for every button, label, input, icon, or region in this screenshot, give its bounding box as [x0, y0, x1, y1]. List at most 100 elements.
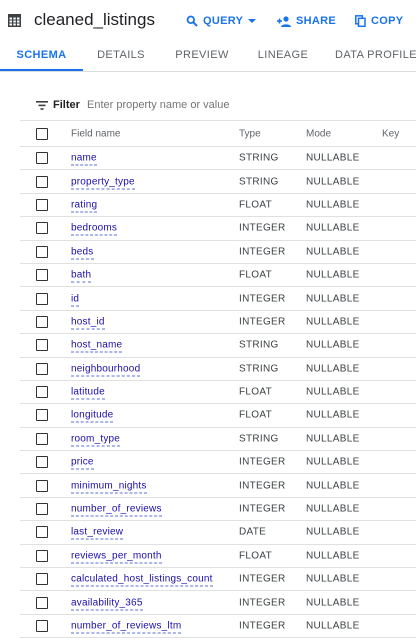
table-row: availability_365 INTEGER NULLABLE: [20, 591, 416, 615]
tab-details[interactable]: DETAILS: [92, 42, 150, 70]
row-checkbox[interactable]: [36, 409, 48, 422]
field-mode-cell: NULLABLE: [306, 269, 360, 281]
field-name-cell: number_of_reviews_ltm: [71, 620, 182, 634]
table-row: rating FLOAT NULLABLE: [20, 194, 416, 218]
row-checkbox[interactable]: [36, 292, 48, 305]
row-checkbox[interactable]: [36, 175, 48, 188]
row-checkbox[interactable]: [36, 315, 48, 328]
copy-button[interactable]: COPY: [355, 13, 403, 29]
field-name-link[interactable]: room_type: [71, 433, 121, 447]
table-row: last_review DATE NULLABLE: [20, 521, 416, 545]
field-name-cell: neighbourhood: [71, 363, 141, 377]
field-name-link[interactable]: minimum_nights: [71, 480, 147, 494]
table-row: reviews_per_month FLOAT NULLABLE: [20, 545, 416, 569]
column-header-mode[interactable]: Mode: [306, 128, 331, 139]
share-button[interactable]: SHARE: [277, 13, 336, 29]
field-type-cell: STRING: [239, 152, 279, 164]
field-name-link[interactable]: last_review: [71, 526, 124, 540]
field-name-link[interactable]: neighbourhood: [71, 363, 141, 377]
field-type-cell: INTEGER: [239, 480, 286, 492]
tab-schema[interactable]: SCHEMA: [0, 42, 83, 71]
field-name-link[interactable]: host_id: [71, 316, 105, 330]
field-name-cell: name: [71, 152, 97, 166]
field-name-cell: id: [71, 293, 80, 307]
table-row: room_type STRING NULLABLE: [20, 428, 416, 452]
field-type-cell: INTEGER: [239, 456, 286, 468]
query-button[interactable]: QUERY: [186, 13, 257, 29]
row-checkbox[interactable]: [36, 269, 48, 282]
table-row: longitude FLOAT NULLABLE: [20, 404, 416, 428]
field-mode-cell: NULLABLE: [306, 409, 360, 421]
row-checkbox[interactable]: [36, 245, 48, 258]
field-name-cell: price: [71, 456, 94, 470]
field-name-link[interactable]: calculated_host_listings_count: [71, 573, 213, 587]
row-checkbox[interactable]: [36, 339, 48, 352]
field-name-link[interactable]: price: [71, 456, 94, 470]
row-checkbox[interactable]: [36, 573, 48, 586]
field-name-link[interactable]: bedrooms: [71, 222, 118, 236]
field-type-cell: DATE: [239, 526, 267, 538]
field-type-cell: FLOAT: [239, 550, 272, 562]
field-name-link[interactable]: host_name: [71, 339, 123, 353]
select-all-checkbox[interactable]: [36, 127, 48, 140]
field-type-cell: FLOAT: [239, 199, 272, 211]
field-name-link[interactable]: number_of_reviews: [71, 503, 162, 517]
table-row: host_name STRING NULLABLE: [20, 334, 416, 358]
table-row: neighbourhood STRING NULLABLE: [20, 358, 416, 381]
field-name-link[interactable]: number_of_reviews_ltm: [71, 620, 182, 634]
row-checkbox[interactable]: [36, 503, 48, 516]
row-checkbox[interactable]: [36, 198, 48, 211]
row-checkbox[interactable]: [36, 152, 48, 165]
field-mode-cell: NULLABLE: [306, 222, 360, 234]
field-name-link[interactable]: longitude: [71, 409, 114, 423]
column-header-field-name[interactable]: Field name: [71, 128, 120, 139]
field-type-cell: STRING: [239, 433, 279, 445]
row-checkbox[interactable]: [36, 526, 48, 539]
field-name-link[interactable]: reviews_per_month: [71, 550, 162, 564]
tab-lineage[interactable]: LINEAGE: [253, 42, 313, 70]
search-icon: [186, 15, 198, 27]
field-name-link[interactable]: name: [71, 152, 97, 166]
tab-data-profile[interactable]: DATA PROFILE: [335, 42, 416, 70]
field-mode-cell: NULLABLE: [306, 246, 360, 258]
field-name-link[interactable]: availability_365: [71, 597, 143, 611]
row-checkbox[interactable]: [36, 386, 48, 399]
table-row: host_id INTEGER NULLABLE: [20, 311, 416, 335]
field-type-cell: FLOAT: [239, 409, 272, 421]
tab-preview[interactable]: PREVIEW: [172, 42, 232, 70]
field-name-link[interactable]: property_type: [71, 176, 135, 190]
field-name-link[interactable]: id: [71, 293, 80, 307]
table-row: minimum_nights INTEGER NULLABLE: [20, 474, 416, 498]
table-row: name STRING NULLABLE: [20, 147, 416, 171]
field-mode-cell: NULLABLE: [306, 339, 360, 351]
field-name-cell: last_review: [71, 526, 124, 540]
field-type-cell: STRING: [239, 176, 279, 188]
filter-input[interactable]: [87, 96, 347, 114]
field-name-cell: host_id: [71, 316, 105, 330]
field-name-link[interactable]: latitude: [71, 386, 105, 400]
field-type-cell: FLOAT: [239, 269, 272, 281]
row-checkbox[interactable]: [36, 222, 48, 235]
table-row: property_type STRING NULLABLE: [20, 170, 416, 194]
field-name-cell: longitude: [71, 409, 114, 423]
row-checkbox[interactable]: [36, 596, 48, 609]
table-row: id INTEGER NULLABLE: [20, 287, 416, 311]
row-checkbox[interactable]: [36, 432, 48, 445]
field-name-link[interactable]: bath: [71, 269, 92, 283]
field-name-link[interactable]: beds: [71, 246, 94, 260]
row-checkbox[interactable]: [36, 362, 48, 375]
schema-table: Field name Type Mode Key name STRING NULLA…: [20, 121, 416, 639]
table-row: calculated_host_listings_count INTEGER NUL…: [20, 568, 416, 592]
table-icon: [8, 14, 21, 27]
row-checkbox[interactable]: [36, 549, 48, 562]
field-type-cell: FLOAT: [239, 386, 272, 398]
column-header-type[interactable]: Type: [239, 128, 261, 139]
field-name-link[interactable]: rating: [71, 199, 98, 213]
column-header-key[interactable]: Key: [382, 128, 399, 139]
table-row: number_of_reviews_ltm INTEGER NULLABLE: [20, 615, 416, 639]
row-checkbox[interactable]: [36, 620, 48, 632]
field-name-cell: room_type: [71, 433, 121, 447]
row-checkbox[interactable]: [36, 479, 48, 492]
row-checkbox[interactable]: [36, 456, 48, 469]
field-type-cell: INTEGER: [239, 573, 286, 585]
